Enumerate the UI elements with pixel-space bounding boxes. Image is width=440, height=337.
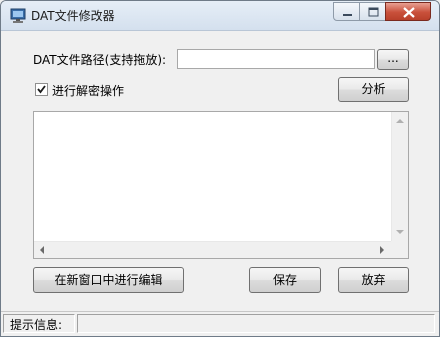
status-bar: 提示信息: <box>1 311 439 336</box>
close-button[interactable] <box>385 2 431 21</box>
decrypt-label[interactable]: 进行解密操作 <box>52 82 124 99</box>
browse-button-label: ... <box>387 51 399 65</box>
edit-in-new-window-label: 在新窗口中进行编辑 <box>54 273 163 287</box>
discard-button[interactable]: 放弃 <box>338 267 409 293</box>
file-path-label: DAT文件路径(支持拖放): <box>33 53 167 67</box>
horizontal-scrollbar[interactable] <box>34 241 391 258</box>
browse-button[interactable]: ... <box>377 49 409 70</box>
window-title: DAT文件修改器 <box>31 9 115 23</box>
vertical-scrollbar[interactable] <box>391 112 408 241</box>
editor-textarea[interactable] <box>33 111 409 259</box>
status-message-pane <box>77 314 435 333</box>
close-icon <box>403 7 415 18</box>
maximize-icon <box>368 7 379 17</box>
checkmark-icon <box>37 85 46 94</box>
file-path-input[interactable] <box>177 49 375 69</box>
scrollbar-corner <box>391 241 408 258</box>
analyze-button[interactable]: 分析 <box>338 77 409 102</box>
scroll-up-icon[interactable] <box>396 118 404 124</box>
decrypt-checkbox[interactable] <box>35 83 48 96</box>
analyze-button-label: 分析 <box>361 82 386 96</box>
save-button-label: 保存 <box>272 273 297 287</box>
maximize-button[interactable] <box>359 2 386 21</box>
status-label-pane: 提示信息: <box>3 314 75 333</box>
scroll-left-icon[interactable] <box>39 246 45 254</box>
discard-button-label: 放弃 <box>361 273 386 287</box>
title-bar[interactable]: DAT文件修改器 <box>1 1 439 31</box>
minimize-icon <box>343 14 352 16</box>
app-window: DAT文件修改器 DAT文件路径(支持拖放): ... 进行解密操作 分析 在新… <box>0 0 440 337</box>
scroll-down-icon[interactable] <box>396 229 404 235</box>
monitor-icon <box>10 8 26 23</box>
edit-in-new-window-button[interactable]: 在新窗口中进行编辑 <box>33 267 184 293</box>
scroll-right-icon[interactable] <box>379 246 385 254</box>
status-label: 提示信息: <box>10 318 63 332</box>
save-button[interactable]: 保存 <box>249 267 321 293</box>
minimize-button[interactable] <box>333 2 360 21</box>
